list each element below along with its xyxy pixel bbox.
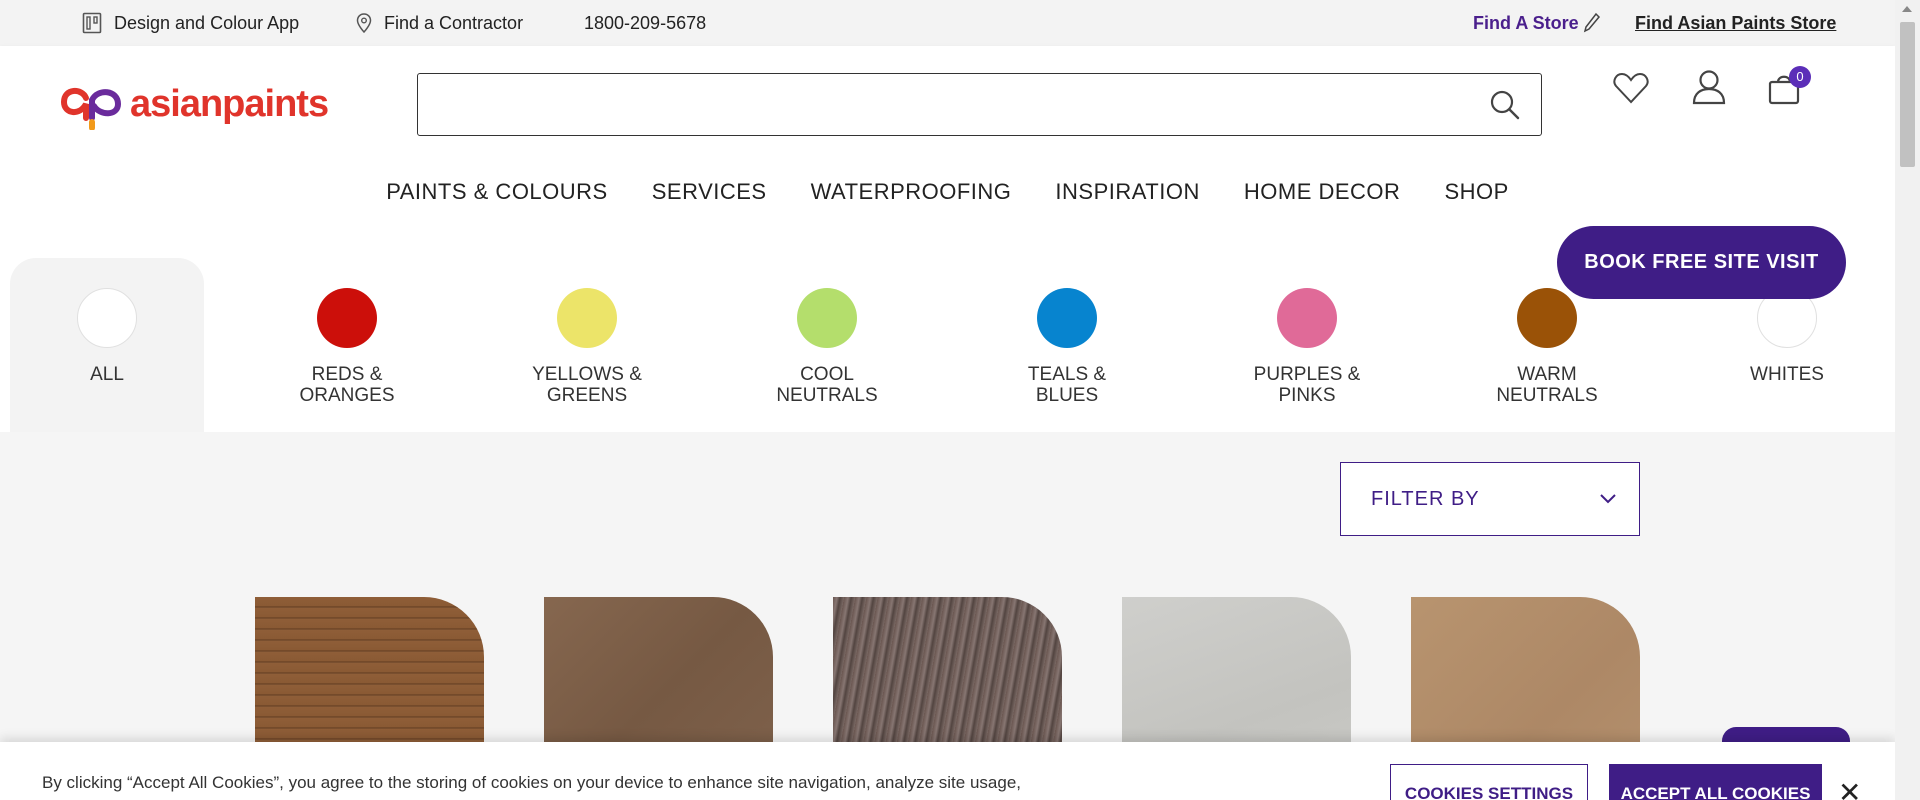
- colour-option-cool-neutrals[interactable]: COOL NEUTRALS: [727, 288, 927, 406]
- asianpaints-logo-mark: [60, 88, 122, 130]
- cookie-banner: By clicking “Accept All Cookies”, you ag…: [0, 742, 1895, 800]
- pencil-icon: [1583, 12, 1600, 33]
- colour-swatch: [77, 288, 137, 348]
- main-nav: PAINTS & COLOURS SERVICES WATERPROOFING …: [0, 172, 1895, 212]
- colour-label: TEALS & BLUES: [1027, 364, 1107, 406]
- nav-inspiration[interactable]: INSPIRATION: [1055, 172, 1199, 212]
- close-icon[interactable]: ✕: [1838, 776, 1861, 800]
- colour-label: YELLOWS & GREENS: [532, 364, 642, 406]
- cookies-settings-button[interactable]: COOKIES SETTINGS: [1390, 764, 1588, 800]
- find-asian-paints-store-link[interactable]: Find Asian Paints Store: [1635, 0, 1836, 46]
- design-app-label: Design and Colour App: [114, 12, 300, 33]
- search-input[interactable]: [432, 74, 1472, 132]
- colour-label: ALL: [90, 364, 124, 385]
- colour-option-warm-neutrals[interactable]: WARM NEUTRALS: [1447, 288, 1647, 406]
- page-scrollbar[interactable]: [1895, 0, 1920, 800]
- find-store-label: Find A Store: [1473, 12, 1579, 33]
- phone-number-text: 1800-209-5678: [584, 12, 707, 33]
- design-app-link[interactable]: Design and Colour App: [82, 0, 299, 46]
- colour-label: WHITES: [1750, 364, 1824, 385]
- colour-swatch: [1517, 288, 1577, 348]
- user-account-icon[interactable]: [1692, 69, 1726, 105]
- logo-text: asianpaints: [130, 82, 329, 125]
- colour-label: REDS & ORANGES: [299, 364, 395, 406]
- colour-label: WARM NEUTRALS: [1496, 364, 1598, 406]
- header: asianpaints 0 PAINTS & COLOURS SERVICES …: [0, 46, 1895, 226]
- colour-label: COOL NEUTRALS: [776, 364, 878, 406]
- colour-swatch: [317, 288, 377, 348]
- phone-number[interactable]: 1800-209-5678: [584, 0, 706, 46]
- wishlist-heart-icon[interactable]: [1613, 72, 1649, 104]
- colour-swatch: [797, 288, 857, 348]
- phone-app-icon: [82, 12, 102, 34]
- cookie-consent-text: By clicking “Accept All Cookies”, you ag…: [42, 773, 1021, 800]
- colour-option-all[interactable]: ALL: [7, 288, 207, 385]
- cart-count-badge: 0: [1789, 66, 1811, 88]
- colour-option-reds-oranges[interactable]: REDS & ORANGES: [247, 288, 447, 406]
- search-box[interactable]: [417, 73, 1542, 136]
- search-icon[interactable]: [1489, 89, 1521, 121]
- nav-waterproofing[interactable]: WATERPROOFING: [811, 172, 1012, 212]
- colour-option-teals-blues[interactable]: TEALS & BLUES: [967, 288, 1167, 406]
- colour-option-purples-pinks[interactable]: PURPLES & PINKS: [1207, 288, 1407, 406]
- nav-services[interactable]: SERVICES: [652, 172, 767, 212]
- nav-home-decor[interactable]: HOME DECOR: [1244, 172, 1401, 212]
- scrollbar-thumb[interactable]: [1900, 22, 1915, 167]
- colour-option-whites[interactable]: WHITES: [1687, 288, 1887, 385]
- colour-swatch: [1277, 288, 1337, 348]
- find-store-link[interactable]: Find A Store: [1473, 0, 1601, 46]
- scroll-up-arrow-icon[interactable]: [1902, 6, 1912, 12]
- colour-swatch: [557, 288, 617, 348]
- find-asian-paints-store-label: Find Asian Paints Store: [1635, 12, 1837, 33]
- book-free-site-visit-button[interactable]: BOOK FREE SITE VISIT: [1557, 226, 1846, 299]
- chevron-down-icon: [1600, 494, 1616, 504]
- nav-shop[interactable]: SHOP: [1444, 172, 1508, 212]
- colour-swatch: [1037, 288, 1097, 348]
- find-contractor-link[interactable]: Find a Contractor: [356, 0, 523, 46]
- nav-paints-colours[interactable]: PAINTS & COLOURS: [386, 172, 608, 212]
- accept-all-cookies-button[interactable]: ACCEPT ALL COOKIES: [1609, 764, 1822, 800]
- colour-option-yellows-greens[interactable]: YELLOWS & GREENS: [487, 288, 687, 406]
- filter-by-dropdown[interactable]: FILTER BY: [1340, 462, 1640, 536]
- filter-by-label: FILTER BY: [1371, 487, 1480, 510]
- find-contractor-label: Find a Contractor: [384, 12, 524, 33]
- colour-label: PURPLES & PINKS: [1253, 364, 1361, 406]
- logo[interactable]: asianpaints: [58, 78, 329, 130]
- utility-bar: Design and Colour App Find a Contractor …: [0, 0, 1895, 46]
- location-pin-icon: [356, 13, 372, 33]
